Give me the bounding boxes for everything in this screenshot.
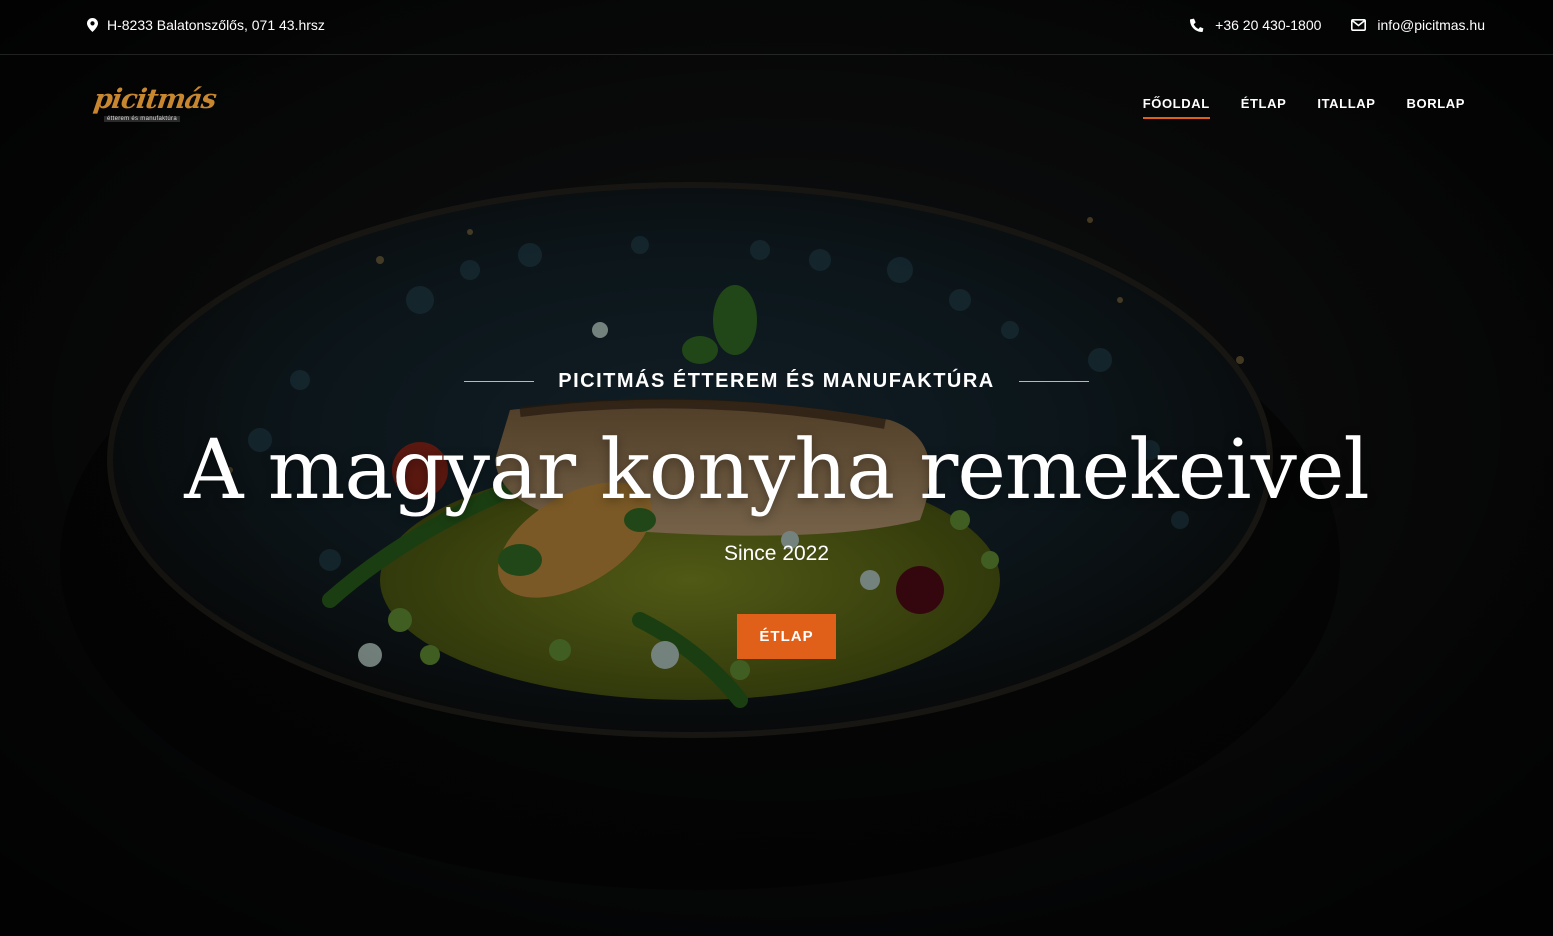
page: H-8233 Balatonszőlős, 071 43.hrsz +36 20… bbox=[0, 0, 1553, 936]
tagline-left-divider bbox=[464, 381, 535, 382]
nav-item-etlap[interactable]: ÉTLAP bbox=[1241, 96, 1287, 119]
tagline-right-divider bbox=[1018, 381, 1089, 382]
hero-headline: A magyar konyha remekeivel bbox=[184, 423, 1369, 518]
hero-since: Since 2022 bbox=[723, 542, 830, 565]
contact-info: +36 20 430-1800 info@picitmas.hu bbox=[1190, 17, 1485, 33]
hero-section: PICITMÁS ÉTTEREM ÉS MANUFAKTÚRA A magyar… bbox=[0, 0, 1553, 936]
address-info: H-8233 Balatonszőlős, 071 43.hrsz bbox=[87, 17, 325, 33]
address-text: H-8233 Balatonszőlős, 071 43.hrsz bbox=[107, 17, 325, 33]
logo-subtext: étterem és manufaktúra bbox=[104, 116, 180, 122]
email-link[interactable]: info@picitmas.hu bbox=[1351, 17, 1485, 33]
map-pin-icon bbox=[87, 18, 98, 32]
phone-text: +36 20 430-1800 bbox=[1215, 17, 1322, 33]
email-text: info@picitmas.hu bbox=[1377, 17, 1485, 33]
phone-link[interactable]: +36 20 430-1800 bbox=[1190, 17, 1321, 33]
hero-tagline: PICITMÁS ÉTTEREM ÉS MANUFAKTÚRA bbox=[0, 370, 1553, 393]
etlap-cta-button[interactable]: ÉTLAP bbox=[737, 614, 836, 659]
nav-item-fooldal[interactable]: FŐOLDAL bbox=[1142, 96, 1210, 119]
phone-icon bbox=[1190, 18, 1204, 32]
nav-item-borlap[interactable]: BORLAP bbox=[1407, 96, 1466, 119]
envelope-icon bbox=[1351, 19, 1367, 31]
top-bar: H-8233 Balatonszőlős, 071 43.hrsz +36 20… bbox=[0, 0, 1553, 55]
nav-item-itallap[interactable]: ITALLAP bbox=[1317, 96, 1375, 119]
tagline-text: PICITMÁS ÉTTEREM ÉS MANUFAKTÚRA bbox=[558, 370, 995, 392]
main-nav: FŐOLDAL ÉTLAP ITALLAP BORLAP bbox=[1142, 96, 1466, 119]
logo-text: picitmás bbox=[91, 84, 218, 115]
logo[interactable]: picitmás étterem és manufaktúra bbox=[92, 80, 218, 128]
